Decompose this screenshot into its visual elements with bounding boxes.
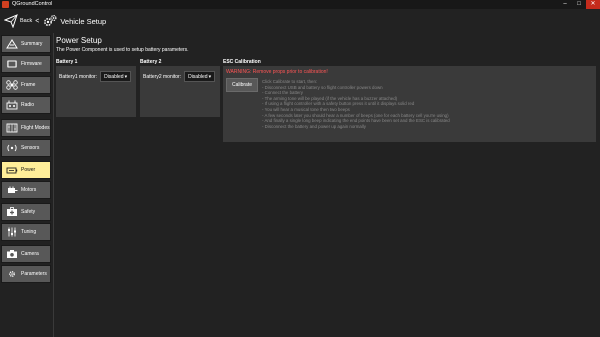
sidebar-item-sensors[interactable]: Sensors — [1, 139, 51, 157]
paper-plane-icon[interactable] — [4, 14, 18, 28]
sidebar-item-label: Sensors — [21, 145, 40, 151]
sidebar-item-flight-modes[interactable]: Flight Modes — [1, 119, 51, 137]
sidebar-item-label: Radio — [21, 102, 35, 108]
flight-modes-icon — [5, 123, 18, 134]
tuning-icon — [5, 227, 18, 238]
sidebar-item-parameters[interactable]: Parameters — [1, 265, 51, 283]
sidebar-item-safety[interactable]: Safety — [1, 203, 51, 221]
motors-icon — [5, 185, 18, 196]
safety-icon — [5, 207, 18, 218]
sidebar-item-firmware[interactable]: Firmware — [1, 55, 51, 73]
sidebar-item-power[interactable]: Power — [1, 161, 51, 179]
window-title: QGroundControl — [12, 1, 53, 7]
sidebar-divider — [53, 33, 54, 337]
sidebar-item-tuning[interactable]: Tuning — [1, 223, 51, 241]
gears-icon — [44, 14, 57, 26]
chevron-left-icon[interactable]: < — [35, 18, 39, 25]
sidebar-item-label: Tuning — [21, 229, 37, 235]
sidebar-item-camera[interactable]: Camera — [1, 245, 51, 263]
sidebar-item-radio[interactable]: Radio — [1, 96, 51, 114]
toolbar-title: Vehicle Setup — [60, 16, 107, 26]
instruction-line: - Disconnect the battery and power up ag… — [262, 123, 366, 129]
window-titlebar: QGroundControl – □ ✕ — [0, 0, 600, 9]
firmware-icon — [5, 59, 18, 70]
battery1-monitor-value: Disabled — [104, 73, 124, 80]
sidebar-item-label: Motors — [21, 187, 37, 193]
sidebar-item-label: Summary — [21, 41, 43, 47]
toolbar: Back < Vehicle Setup — [0, 9, 600, 33]
sidebar-item-label: Camera — [21, 251, 39, 257]
power-icon — [5, 165, 18, 176]
caret-down-icon: ▾ — [208, 73, 212, 80]
main-content: Power Setup The Power Component is used … — [56, 33, 596, 333]
window-controls: – □ ✕ — [558, 0, 600, 9]
sidebar-item-label: Parameters — [21, 271, 47, 277]
battery1-panel: Battery1 monitor: Disabled ▾ — [56, 66, 136, 117]
parameters-icon — [5, 269, 18, 280]
battery2-heading: Battery 2 — [140, 59, 162, 65]
radio-icon — [5, 100, 18, 111]
battery2-monitor-label: Battery2 monitor: — [143, 73, 182, 80]
minimize-button[interactable]: – — [558, 0, 572, 9]
battery1-monitor-dropdown[interactable]: Disabled ▾ — [100, 71, 132, 82]
battery1-monitor-label: Battery1 monitor: — [59, 73, 98, 80]
esc-instructions: Click Calibrate to start, then: - Discon… — [262, 79, 592, 129]
sidebar-item-label: Safety — [21, 209, 36, 215]
sensors-icon — [5, 143, 18, 154]
sidebar-item-label: Firmware — [21, 61, 42, 67]
battery2-panel: Battery2 monitor: Disabled ▾ — [140, 66, 220, 117]
sidebar-item-motors[interactable]: Motors — [1, 181, 51, 199]
page-title: Power Setup — [56, 36, 102, 45]
esc-calibration-panel: WARNING: Remove props prior to calibrati… — [223, 66, 596, 142]
caret-down-icon: ▾ — [124, 73, 128, 80]
frame-icon — [5, 80, 18, 91]
sidebar-item-label: Power — [21, 167, 36, 173]
close-button[interactable]: ✕ — [586, 0, 600, 9]
esc-calibration-heading: ESC Calibration — [223, 59, 261, 65]
sidebar-item-summary[interactable]: Summary — [1, 35, 51, 53]
sidebar-item-label: Flight Modes — [21, 125, 50, 131]
camera-icon — [5, 249, 18, 260]
esc-warning: WARNING: Remove props prior to calibrati… — [226, 69, 328, 75]
calibrate-button[interactable]: Calibrate — [226, 78, 258, 92]
summary-icon — [5, 39, 18, 50]
maximize-button[interactable]: □ — [572, 0, 586, 9]
sidebar-item-label: Frame — [21, 82, 36, 88]
back-button[interactable]: Back — [20, 18, 32, 24]
battery1-monitor-row: Battery1 monitor: Disabled ▾ — [59, 71, 132, 82]
battery2-monitor-dropdown[interactable]: Disabled ▾ — [184, 71, 216, 82]
app-icon — [2, 1, 9, 8]
battery2-monitor-value: Disabled — [188, 73, 208, 80]
battery2-monitor-row: Battery2 monitor: Disabled ▾ — [143, 71, 216, 82]
battery1-heading: Battery 1 — [56, 59, 78, 65]
page-description: The Power Component is used to setup bat… — [56, 47, 189, 53]
sidebar-item-frame[interactable]: Frame — [1, 76, 51, 94]
sidebar: Summary Firmware Frame Radio Flight Mode… — [0, 33, 53, 337]
